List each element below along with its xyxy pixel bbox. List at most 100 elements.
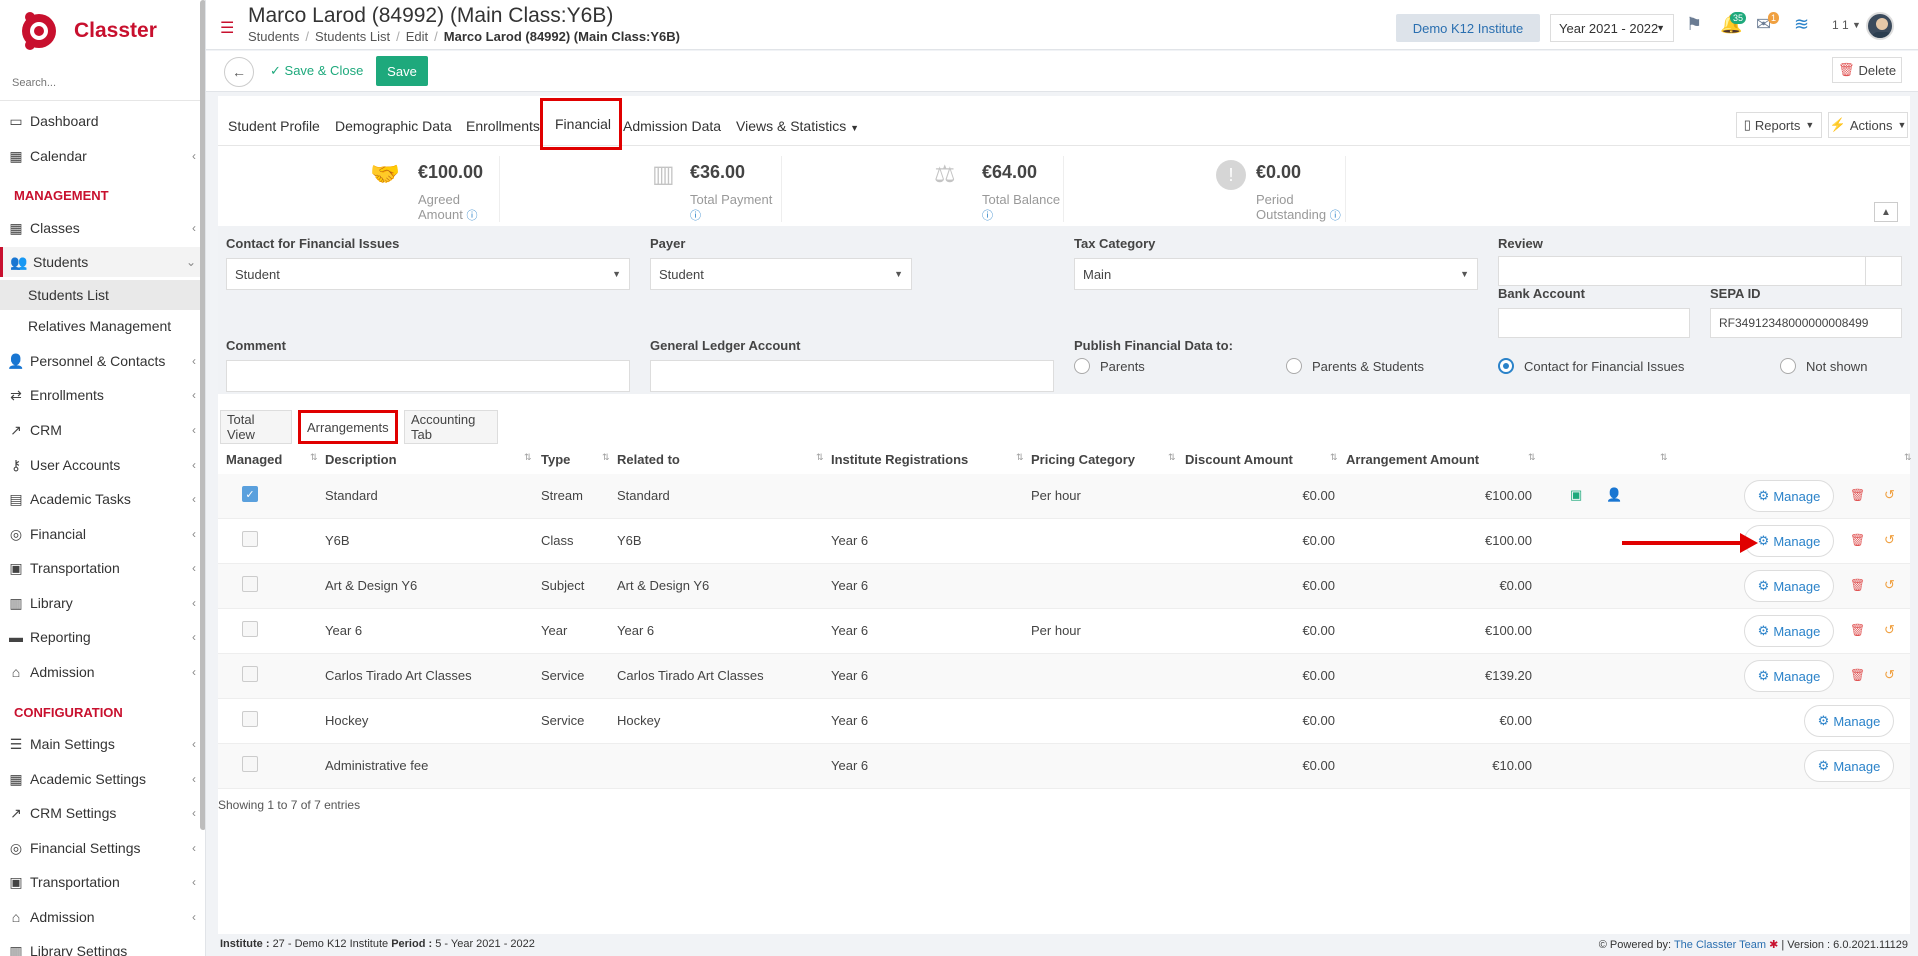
col-managed[interactable]: Managed [226,452,282,467]
sidebar-item-academic-tasks[interactable]: ▤ Academic Tasks ‹ [0,484,200,514]
col-amount[interactable]: Arrangement Amount [1346,452,1479,467]
sidebar-item-academic-settings[interactable]: ▦ Academic Settings ‹ [0,764,200,794]
trash-icon[interactable]: 🗑 [1850,668,1865,682]
radio-parents[interactable]: Parents [1074,358,1145,374]
user-check-icon[interactable]: 👤 [1606,487,1622,503]
year-select[interactable]: Year 2021 - 2022 ▼ [1550,14,1674,42]
subtab-total-view[interactable]: Total View [220,410,292,444]
sort-icon[interactable]: ⇅ [602,452,610,463]
avatar[interactable] [1866,12,1894,40]
save-button[interactable]: Save [376,56,428,86]
sidebar-item-transportation-settings[interactable]: ▣ Transportation ‹ [0,867,200,897]
contact-select[interactable]: Student ▼ [226,258,630,290]
save-close-button[interactable]: ✓ Save & Close [270,63,363,79]
sidebar-scrollbar[interactable] [200,0,205,830]
document-icon[interactable]: ▣ [1570,487,1582,503]
managed-checkbox-checked[interactable]: ✓ [242,486,258,502]
sort-icon[interactable]: ⇅ [1330,452,1338,463]
delete-button[interactable]: 🗑 Delete [1832,57,1902,83]
history-icon[interactable]: ↺ [1884,577,1895,593]
sort-icon[interactable]: ⇅ [1660,452,1668,463]
info-icon[interactable]: ⓘ [1330,210,1341,222]
sidebar-item-crm-settings[interactable]: ↗ CRM Settings ‹ [0,798,200,828]
manage-button[interactable]: ⚙ Manage [1744,570,1834,602]
sidebar-item-relatives-management[interactable]: Relatives Management [0,311,200,341]
managed-checkbox[interactable] [242,756,258,772]
info-icon[interactable]: ⓘ [982,210,993,222]
history-icon[interactable]: ↺ [1884,532,1895,548]
reports-button[interactable]: ▯ Reports ▼ [1736,112,1822,138]
manage-button[interactable]: ⚙ Manage [1744,480,1834,512]
comment-input[interactable] [226,360,630,392]
payer-select[interactable]: Student ▼ [650,258,912,290]
radio-parents-students[interactable]: Parents & Students [1286,358,1424,374]
bank-account-input[interactable] [1498,308,1690,338]
sidebar-item-admission[interactable]: ⌂ Admission ‹ [0,657,200,687]
managed-checkbox[interactable] [242,711,258,727]
caret-down-icon[interactable]: ▼ [1852,20,1861,30]
sepa-input[interactable]: RF34912348000000008499 [1710,308,1902,338]
radio-contact-financial[interactable]: Contact for Financial Issues [1498,358,1684,374]
sidebar-item-dashboard[interactable]: ▭ Dashboard [0,106,200,136]
sidebar-item-calendar[interactable]: ▦ Calendar ‹ [0,141,200,171]
sidebar-item-students[interactable]: 👥 Students ⌄ [0,247,200,277]
trash-icon[interactable]: 🗑 [1850,488,1865,502]
sort-icon[interactable]: ⇅ [1168,452,1176,463]
sidebar-item-admission-settings[interactable]: ⌂ Admission ‹ [0,902,200,932]
sidebar-item-main-settings[interactable]: ☰ Main Settings ‹ [0,729,200,759]
sidebar-item-classes[interactable]: ▦ Classes ‹ [0,213,200,243]
col-pricing[interactable]: Pricing Category [1031,452,1135,467]
sidebar-item-user-accounts[interactable]: ⚷ User Accounts ‹ [0,450,200,480]
sidebar-item-financial[interactable]: ◎ Financial ‹ [0,519,200,549]
subtab-accounting[interactable]: Accounting Tab [404,410,498,444]
breadcrumb-students[interactable]: Students [248,29,299,44]
sidebar-item-reporting[interactable]: ▬ Reporting ‹ [0,622,200,652]
info-icon[interactable]: ⓘ [690,210,701,222]
actions-button[interactable]: ⚡ Actions ▼ [1828,112,1908,138]
tab-views-statistics[interactable]: Views & Statistics ▼ [736,118,859,134]
managed-checkbox[interactable] [242,531,258,547]
info-icon[interactable]: ⓘ [466,210,477,222]
sort-icon[interactable]: ⇅ [524,452,532,463]
sidebar-item-personnel[interactable]: 👤 Personnel & Contacts ‹ [0,346,200,376]
back-button[interactable]: ← [224,57,254,87]
sidebar-item-crm[interactable]: ↗ CRM ‹ [0,415,200,445]
breadcrumb-edit[interactable]: Edit [406,29,428,44]
manage-button[interactable]: ⚙ Manage [1804,705,1894,737]
trash-icon[interactable]: 🗑 [1850,533,1865,547]
radio-not-shown[interactable]: Not shown [1780,358,1867,374]
gl-account-input[interactable] [650,360,1054,392]
collapse-button[interactable]: ▲ [1874,202,1898,222]
sort-icon[interactable]: ⇅ [1528,452,1536,463]
tax-select[interactable]: Main ▼ [1074,258,1478,290]
sidebar-item-transportation[interactable]: ▣ Transportation ‹ [0,553,200,583]
flag-icon[interactable]: ⚑ [1686,14,1702,35]
manage-button[interactable]: ⚙ Manage [1804,750,1894,782]
tab-demographic-data[interactable]: Demographic Data [335,118,452,134]
review-input[interactable] [1498,256,1902,286]
sort-icon[interactable]: ⇅ [1904,452,1912,463]
sort-icon[interactable]: ⇅ [310,452,318,463]
sort-icon[interactable]: ⇅ [1016,452,1024,463]
institute-button[interactable]: Demo K12 Institute [1396,14,1540,42]
subtab-arrangements[interactable]: Arrangements [298,410,398,444]
col-registrations[interactable]: Institute Registrations [831,452,968,467]
managed-checkbox[interactable] [242,666,258,682]
classter-logo[interactable]: Classter [20,8,205,54]
sidebar-item-library-settings[interactable]: ▥ Library Settings [0,936,200,956]
managed-checkbox[interactable] [242,576,258,592]
col-discount[interactable]: Discount Amount [1185,452,1293,467]
manage-button[interactable]: ⚙ Manage [1744,660,1834,692]
managed-checkbox[interactable] [242,621,258,637]
layers-icon[interactable]: ≋ [1794,14,1809,35]
col-related[interactable]: Related to [617,452,680,467]
col-description[interactable]: Description [325,452,397,467]
history-icon[interactable]: ↺ [1884,667,1895,683]
sidebar-item-financial-settings[interactable]: ◎ Financial Settings ‹ [0,833,200,863]
trash-icon[interactable]: 🗑 [1850,578,1865,592]
footer-team-link[interactable]: The Classter Team [1674,939,1766,951]
breadcrumb-students-list[interactable]: Students List [315,29,390,44]
history-icon[interactable]: ↺ [1884,487,1895,503]
history-icon[interactable]: ↺ [1884,622,1895,638]
sidebar-search-input[interactable] [12,72,194,94]
